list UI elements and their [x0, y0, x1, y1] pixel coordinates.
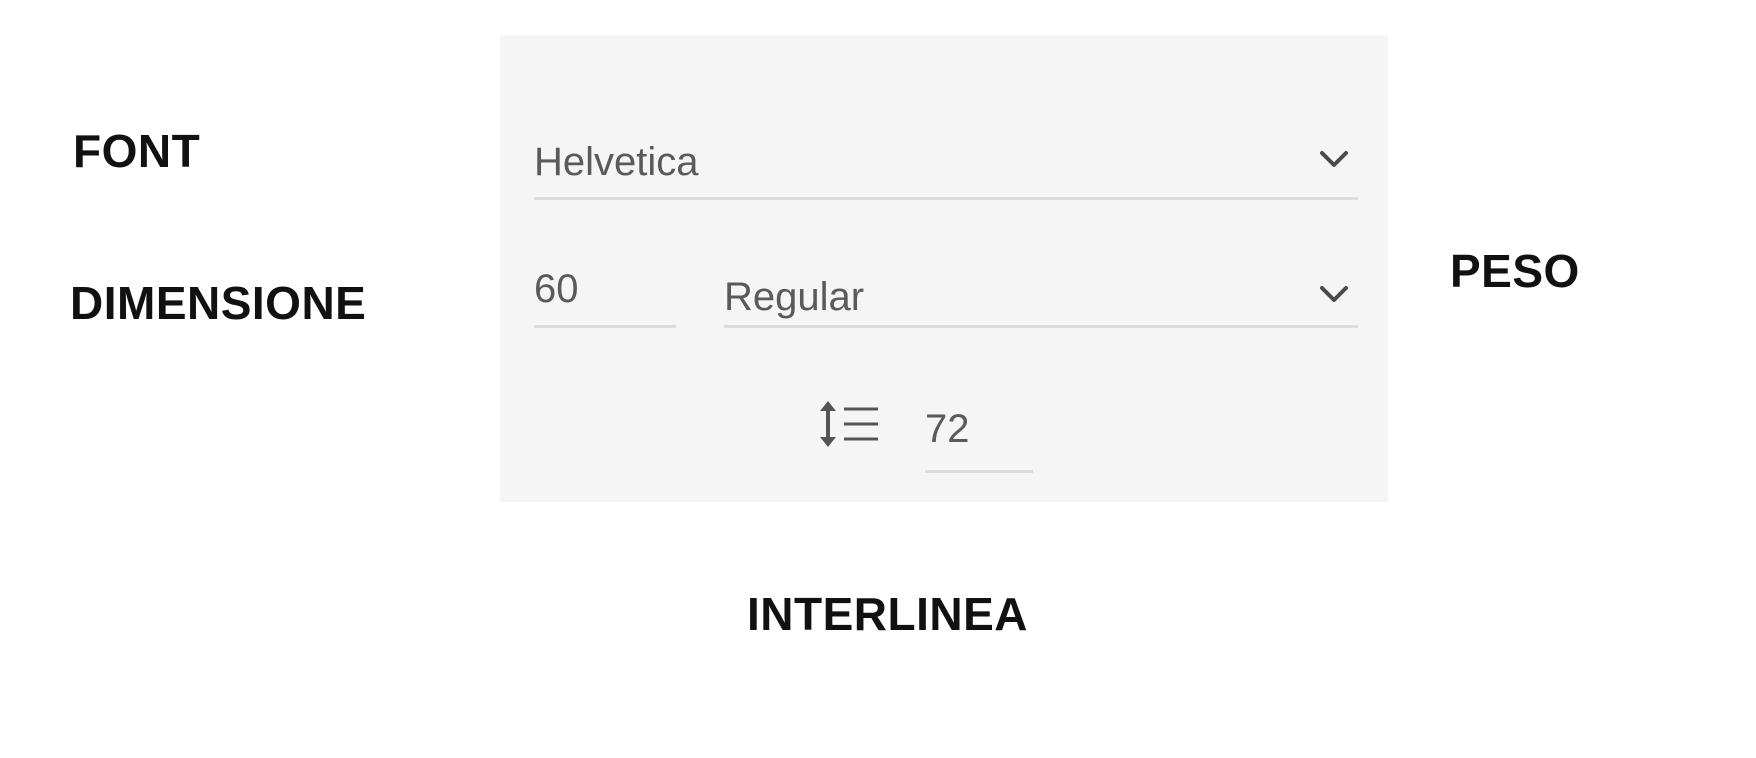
- annotation-interlinea: INTERLINEA: [747, 588, 1028, 640]
- font-size-value: 60: [534, 267, 579, 311]
- annotation-font: FONT: [73, 125, 201, 177]
- stage: FONT DIMENSIONE PESO INTERLINEA Helvetic…: [0, 0, 1756, 758]
- line-height-value: 72: [925, 407, 970, 451]
- chevron-down-icon: [1320, 286, 1348, 302]
- chevron-down-icon: [1320, 151, 1348, 167]
- font-family-value: Helvetica: [534, 140, 699, 184]
- font-weight-value: Regular: [724, 275, 865, 319]
- line-height-input[interactable]: 72: [925, 399, 1033, 473]
- font-family-dropdown[interactable]: Helvetica: [534, 130, 1358, 200]
- text-properties-panel: Helvetica 60 Regular 72: [500, 35, 1388, 502]
- annotation-dimensione: DIMENSIONE: [70, 277, 367, 329]
- font-size-input[interactable]: 60: [534, 259, 676, 328]
- font-weight-dropdown[interactable]: Regular: [724, 259, 1358, 328]
- annotation-peso: PESO: [1450, 245, 1580, 297]
- line-spacing-icon: [820, 401, 878, 447]
